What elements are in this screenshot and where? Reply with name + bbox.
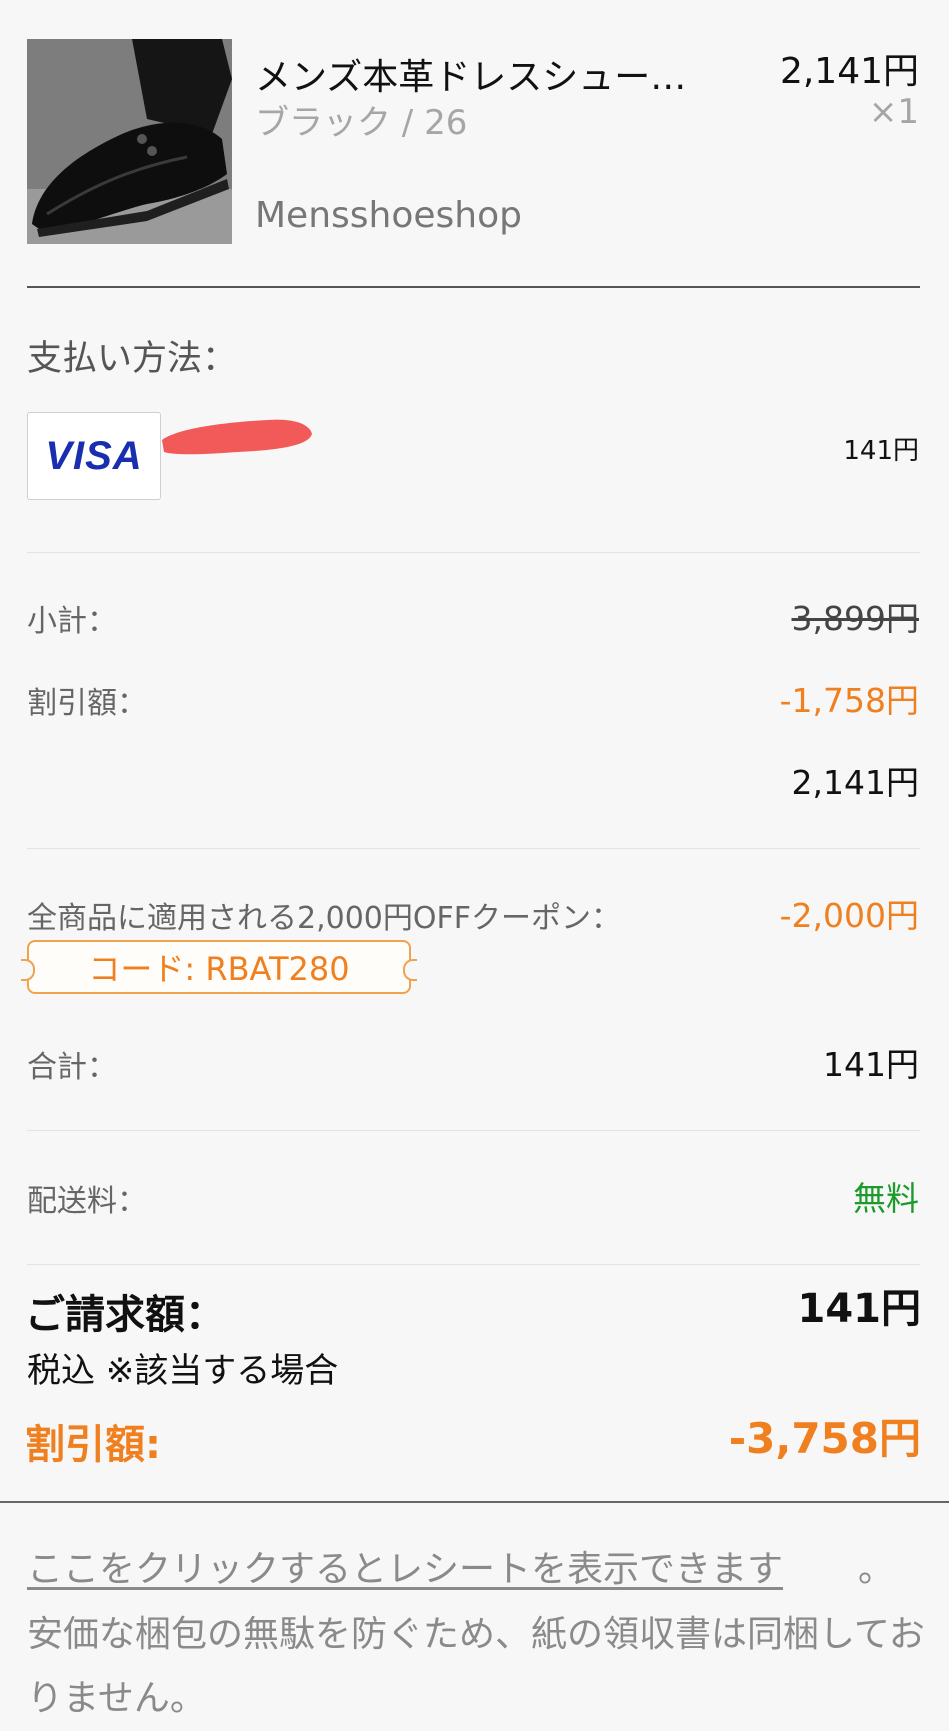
divider — [27, 286, 920, 288]
receipt-link[interactable]: ここをクリックするとレシートを表示できます — [27, 1540, 783, 1592]
total-discount-amount: -3,758円 — [728, 1414, 921, 1463]
coupon-code: コード: RBAT280 — [88, 950, 350, 988]
coupon-notch — [403, 959, 417, 981]
product-price: 2,141円 — [779, 51, 919, 92]
visa-card-icon: VISA — [27, 412, 161, 500]
product-variant: ブラック / 26 — [255, 103, 468, 143]
redaction-mark — [162, 419, 312, 455]
coupon-notch — [21, 959, 35, 981]
coupon-value: -2,000円 — [779, 896, 919, 935]
tax-note: 税込 ※該当する場合 — [27, 1351, 339, 1391]
discount-value: -1,758円 — [779, 681, 919, 720]
payment-method-label: 支払い方法： — [27, 339, 238, 379]
receipt-period: 。 — [858, 1549, 895, 1590]
shop-name[interactable]: Mensshoeshop — [255, 195, 522, 236]
total-value: 141円 — [823, 1045, 919, 1084]
divider — [27, 848, 920, 849]
discount-label: 割引額： — [27, 686, 147, 721]
divider — [27, 1130, 920, 1131]
leather-shoe-icon — [27, 39, 232, 244]
subtotal-label: 小計： — [27, 604, 117, 639]
payment-amount: 141円 — [843, 436, 919, 466]
product-name[interactable]: メンズ本革ドレスシュー… — [255, 48, 686, 100]
card-brand: VISA — [45, 433, 143, 478]
coupon-label: 全商品に適用される2,000円OFFクーポン： — [27, 901, 622, 936]
billing-amount: 141円 — [797, 1286, 922, 1332]
billing-title: ご請求額： — [25, 1292, 225, 1338]
shipping-value: 無料 — [853, 1179, 919, 1218]
product-quantity: ×1 — [868, 92, 919, 132]
divider — [27, 1264, 920, 1265]
receipt-note: 安価な梱包の無駄を防ぐため、紙の領収書は同梱しておりません。 — [27, 1614, 925, 1719]
coupon-code-tag[interactable]: コード: RBAT280 — [21, 940, 417, 994]
divider — [0, 1501, 949, 1503]
subtotal-value: 3,899円 — [791, 599, 919, 638]
product-image[interactable] — [27, 39, 232, 244]
total-label: 合計： — [27, 1050, 117, 1085]
after-discount-value: 2,141円 — [791, 763, 919, 802]
total-discount-title: 割引額: — [25, 1422, 161, 1468]
divider — [27, 552, 920, 553]
shipping-label: 配送料： — [27, 1184, 147, 1219]
